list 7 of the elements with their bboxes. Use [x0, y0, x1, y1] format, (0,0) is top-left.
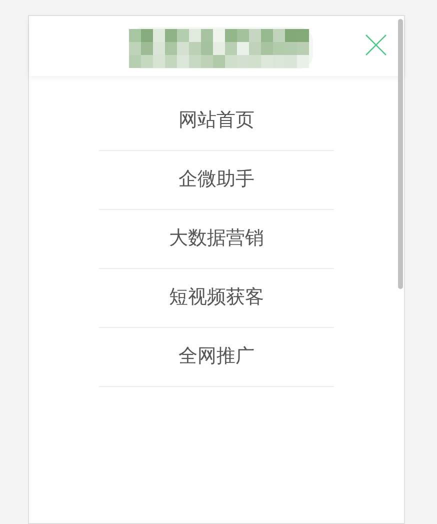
close-icon — [365, 34, 387, 56]
menu-item[interactable]: 企微助手 — [99, 151, 334, 210]
menu-item[interactable]: 短视频获客 — [99, 269, 334, 328]
close-button[interactable] — [364, 33, 388, 57]
menu-item[interactable]: 全网推广 — [99, 328, 334, 387]
menu-item[interactable]: 大数据营销 — [99, 210, 334, 269]
menu-item[interactable]: 网站首页 — [99, 92, 334, 151]
